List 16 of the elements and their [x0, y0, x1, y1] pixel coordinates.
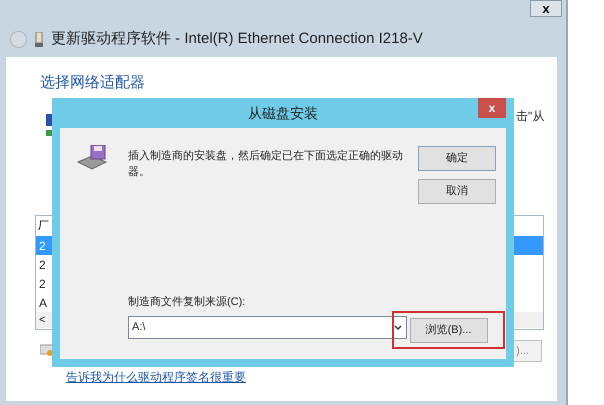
- dialog-message: 插入制造商的安装盘，然后确定已在下面选定正确的驱动器。: [128, 148, 404, 180]
- ok-button[interactable]: 确定: [418, 146, 496, 171]
- close-button[interactable]: x: [530, 0, 562, 17]
- source-combo-box[interactable]: A:\: [128, 316, 407, 339]
- cancel-button[interactable]: 取消: [418, 179, 496, 204]
- signing-info-link[interactable]: 告诉我为什么驱动程序签名很重要: [66, 368, 246, 386]
- dialog-title: 从磁盘安装: [248, 104, 318, 122]
- network-adapter-icon: [35, 32, 43, 46]
- instruction-text: 击"从: [516, 108, 544, 125]
- window-title: 更新驱动程序软件 - Intel(R) Ethernet Connection I218-V: [51, 28, 423, 49]
- browse-button[interactable]: 浏览(B)...: [410, 318, 488, 342]
- page-heading: 选择网络适配器: [40, 73, 145, 93]
- floppy-drive-icon: [76, 145, 108, 171]
- column-header: 厂: [37, 218, 50, 234]
- source-label: 制造商文件复制来源(C):: [128, 294, 246, 310]
- close-button[interactable]: x: [478, 98, 506, 118]
